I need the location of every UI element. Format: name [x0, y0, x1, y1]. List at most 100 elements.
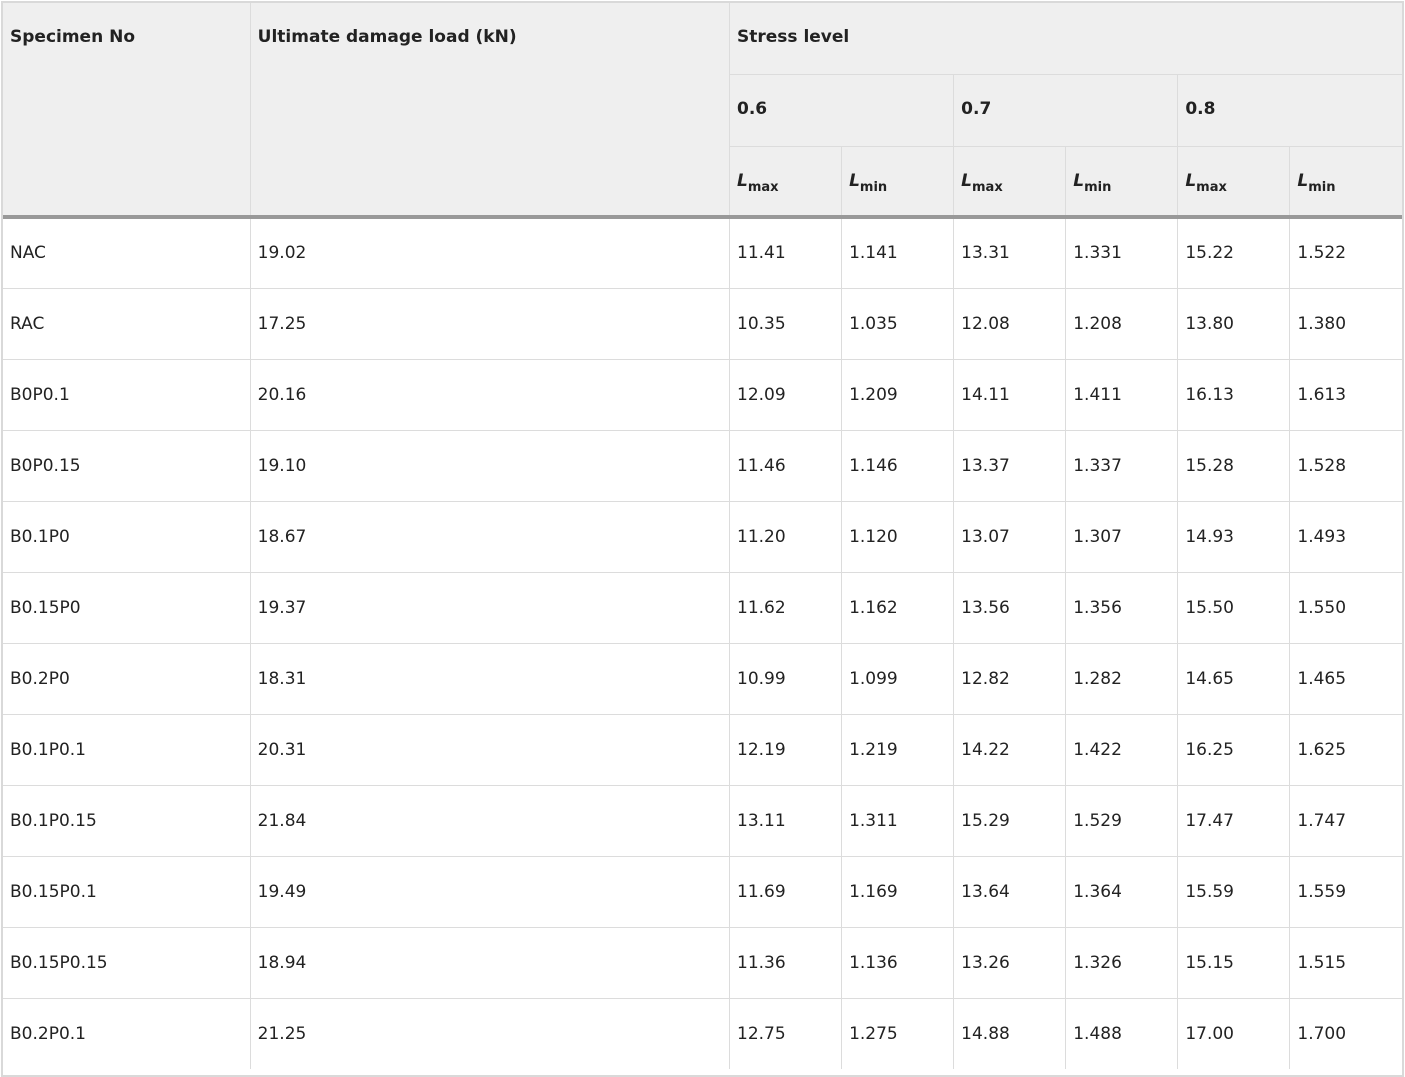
lmin-06-cell: 1.120 — [841, 501, 954, 573]
table-row: NAC 19.02 11.41 1.141 13.31 1.331 15.22 1.522 — [3, 217, 1402, 289]
specimen-cell: B0.1P0 — [3, 501, 251, 573]
lmax-08-cell: 14.93 — [1177, 501, 1290, 573]
lmax-07-cell: 14.88 — [953, 998, 1066, 1069]
lmax-07-cell: 13.07 — [953, 501, 1066, 573]
ultimate-load-cell: 17.25 — [249, 288, 730, 360]
ultimate-load-cell: 18.94 — [249, 927, 730, 999]
table-row: B0.1P0 18.67 11.20 1.120 13.07 1.307 14.93 1.49… — [3, 501, 1402, 573]
table-row: B0.2P0.1 21.25 12.75 1.275 14.88 1.488 17.00 1.… — [3, 998, 1402, 1069]
lmax-07-cell: 14.22 — [953, 714, 1066, 786]
specimen-cell: B0.2P0.1 — [10, 1023, 86, 1044]
specimen-cell: B0P0.1 — [3, 359, 251, 431]
specimen-cell: B0.1P0.1 — [3, 714, 251, 786]
specimen-cell: RAC — [3, 288, 251, 360]
lmax-07-cell: 15.29 — [953, 785, 1066, 857]
lmax-07-cell: 13.64 — [953, 856, 1066, 928]
l-symbol: L — [849, 170, 860, 191]
lmax-06-cell: 11.20 — [728, 501, 842, 573]
lmin-08-cell: 1.522 — [1289, 217, 1402, 289]
header-lmax: Lmax — [953, 146, 1066, 219]
header-stress-level: Stress level — [729, 3, 1402, 75]
lmin-07-cell: 1.364 — [1065, 856, 1178, 928]
data-table: Specimen No Ultimate damage load (kN) St… — [3, 3, 1402, 1069]
lmin-07-cell: 1.422 — [1065, 714, 1178, 786]
lmax-06-cell: 12.19 — [728, 714, 842, 786]
ultimate-load-cell: 20.16 — [249, 359, 730, 431]
lmax-06-cell: 13.11 — [728, 785, 842, 857]
lmax-07-cell: 12.82 — [953, 643, 1066, 715]
lmin-06-cell: 1.141 — [841, 217, 954, 289]
lmax-08-cell: 14.65 — [1177, 643, 1290, 715]
lmin-07-cell: 1.208 — [1065, 288, 1178, 360]
lmin-08-cell: 1.515 — [1289, 927, 1402, 999]
lmax-08-cell: 15.59 — [1177, 856, 1290, 928]
max-subscript: max — [1196, 179, 1227, 195]
lmax-06-cell: 10.99 — [728, 643, 842, 715]
lmin-08-cell: 1.747 — [1289, 785, 1402, 857]
lmin-06-cell: 1.311 — [841, 785, 954, 857]
table-body: NAC 19.02 11.41 1.141 13.31 1.331 15.22 1.522 RA… — [3, 217, 1402, 1069]
lmax-07-cell: 13.26 — [953, 927, 1066, 999]
lmin-06-cell: 1.146 — [841, 430, 954, 502]
l-symbol: L — [1185, 170, 1197, 191]
lmax-06-cell: 10.35 — [728, 288, 842, 360]
table-row: B0.15P0.15 18.94 11.36 1.136 13.26 1.326 15.15… — [3, 927, 1402, 999]
lmax-07-cell: 13.31 — [953, 217, 1066, 289]
ultimate-load-cell: 18.31 — [249, 643, 730, 715]
lmax-08-cell: 13.80 — [1177, 288, 1290, 360]
header-lmin: Lmin — [1065, 146, 1178, 219]
lmax-06-cell: 12.09 — [728, 359, 842, 431]
lmin-07-cell: 1.356 — [1065, 572, 1178, 644]
lmax-06-cell: 11.36 — [728, 927, 842, 999]
table-row: B0.1P0.1 20.31 12.19 1.219 14.22 1.422 16.25 1.… — [3, 714, 1402, 786]
lmax-06-cell: 11.41 — [728, 217, 842, 289]
l-symbol: L — [961, 170, 972, 191]
lmax-08-cell: 16.25 — [1177, 714, 1290, 786]
l-symbol: L — [737, 170, 748, 191]
specimen-cell: NAC — [3, 217, 251, 289]
header-level-1: 0.7 — [953, 74, 1178, 147]
lmax-06-cell: 11.46 — [728, 430, 842, 502]
table-row: B0.1P0.15 21.84 13.11 1.311 15.29 1.529 17.47 1… — [3, 785, 1402, 857]
lmax-07-cell: 13.37 — [953, 430, 1066, 502]
ultimate-load-cell: 21.84 — [249, 785, 730, 857]
lmax-07-cell: 13.56 — [953, 572, 1066, 644]
lmax-06-cell: 11.62 — [728, 572, 842, 644]
specimen-cell: B0.1P0.15 — [3, 785, 251, 857]
lmin-07-cell: 1.488 — [1065, 998, 1178, 1069]
header-lmin: Lmin — [1289, 146, 1402, 219]
table-row: B0.2P0 18.31 10.99 1.099 12.82 1.282 14.65 1.46… — [3, 643, 1402, 715]
ultimate-load-cell: 19.37 — [249, 572, 730, 644]
lmin-08-cell: 1.493 — [1289, 501, 1402, 573]
l-symbol: L — [1297, 170, 1309, 191]
header-ultimate-load: Ultimate damage load (kN) — [249, 3, 730, 219]
lmin-07-cell: 1.282 — [1065, 643, 1178, 715]
lmax-08-cell: 17.00 — [1177, 998, 1290, 1069]
lmax-07-cell: 14.11 — [953, 359, 1066, 431]
lmin-08-cell: 1.380 — [1289, 288, 1402, 360]
lmin-08-cell: 1.528 — [1289, 430, 1402, 502]
header-specimen: Specimen No — [3, 3, 251, 219]
lmin-08-cell: 1.465 — [1289, 643, 1402, 715]
table-row: B0P0.1 20.16 12.09 1.209 14.11 1.411 16.13 1.61… — [3, 359, 1402, 431]
lmax-06-cell: 11.69 — [728, 856, 842, 928]
lmax-08-cell: 15.28 — [1177, 430, 1290, 502]
lmax-07-cell: 12.08 — [953, 288, 1066, 360]
header-lmax: Lmax — [1177, 146, 1290, 219]
lmin-08-cell: 1.559 — [1289, 856, 1402, 928]
table-header: Specimen No Ultimate damage load (kN) St… — [3, 3, 1402, 219]
lmax-08-cell: 15.50 — [1177, 572, 1290, 644]
ultimate-load-cell: 19.10 — [249, 430, 730, 502]
lmin-07-cell: 1.337 — [1065, 430, 1178, 502]
lmax-06-cell: 12.75 — [728, 998, 842, 1069]
lmin-06-cell: 1.162 — [841, 572, 954, 644]
lmin-08-cell: 1.625 — [1289, 714, 1402, 786]
ultimate-load-cell: 19.02 — [249, 217, 730, 289]
specimen-cell: B0.2P0 — [3, 643, 251, 715]
lmin-06-cell: 1.219 — [841, 714, 954, 786]
lmax-08-cell: 17.47 — [1177, 785, 1290, 857]
table-row: B0P0.15 19.10 11.46 1.146 13.37 1.337 15.28 1.5… — [3, 430, 1402, 502]
lmin-07-cell: 1.411 — [1065, 359, 1178, 431]
max-subscript: max — [747, 179, 779, 195]
ultimate-load-cell: 21.25 — [249, 998, 730, 1069]
